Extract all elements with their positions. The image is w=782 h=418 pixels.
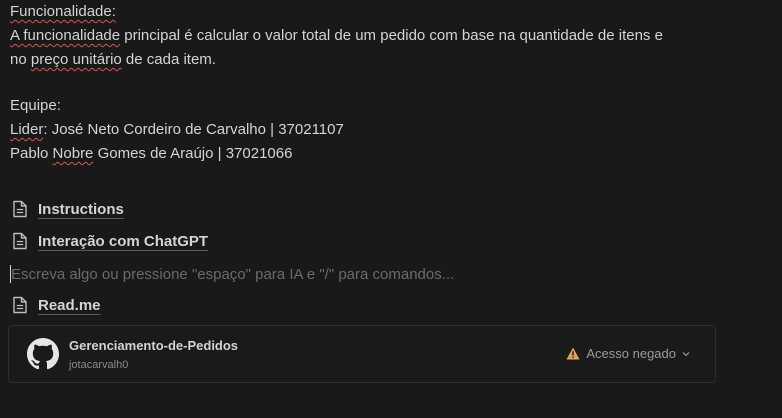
functionality-line-2: no preço unitário de cada item. <box>10 51 216 68</box>
page-link-label: Read.me <box>38 296 101 314</box>
team-heading: Equipe: <box>10 97 61 114</box>
functionality-heading: Funcionalidade: <box>10 3 116 20</box>
repo-owner: jotacarvalh0 <box>69 359 129 371</box>
page-icon <box>12 232 28 250</box>
team-member: Pablo Nobre Gomes de Araújo | 37021066 <box>10 145 293 162</box>
functionality-line-1: A funcionalidade principal é calcular o … <box>10 27 663 44</box>
chevron-down-icon <box>681 349 691 359</box>
page-link-label: Instructions <box>38 200 124 218</box>
warning-icon <box>566 347 580 360</box>
page-icon <box>12 296 28 314</box>
repo-name: Gerenciamento-de-Pedidos <box>69 338 239 353</box>
editor-empty-line[interactable]: Escreva algo ou pressione "espaço" para … <box>10 262 454 286</box>
page-link-interacao-chatgpt[interactable]: Interação com ChatGPT <box>12 228 208 254</box>
editor-placeholder: Escreva algo ou pressione "espaço" para … <box>11 265 455 283</box>
access-status-dropdown[interactable]: Acesso negado <box>566 346 691 361</box>
page-link-instructions[interactable]: Instructions <box>12 196 124 222</box>
team-leader: Lider: José Neto Cordeiro de Carvalho | … <box>10 121 344 138</box>
github-repo-embed[interactable]: Gerenciamento-de-Pedidos jotacarvalh0 Ac… <box>8 325 716 383</box>
page-icon <box>12 200 28 218</box>
github-icon <box>27 338 59 370</box>
page-link-readme[interactable]: Read.me <box>12 292 101 318</box>
team-block[interactable]: Equipe: Lider: José Neto Cordeiro de Car… <box>10 94 344 166</box>
page-link-label: Interação com ChatGPT <box>38 232 209 250</box>
access-status-label: Acesso negado <box>586 346 676 361</box>
functionality-block[interactable]: Funcionalidade: A funcionalidade princip… <box>10 0 663 72</box>
notion-page-body: Funcionalidade: A funcionalidade princip… <box>0 0 782 418</box>
